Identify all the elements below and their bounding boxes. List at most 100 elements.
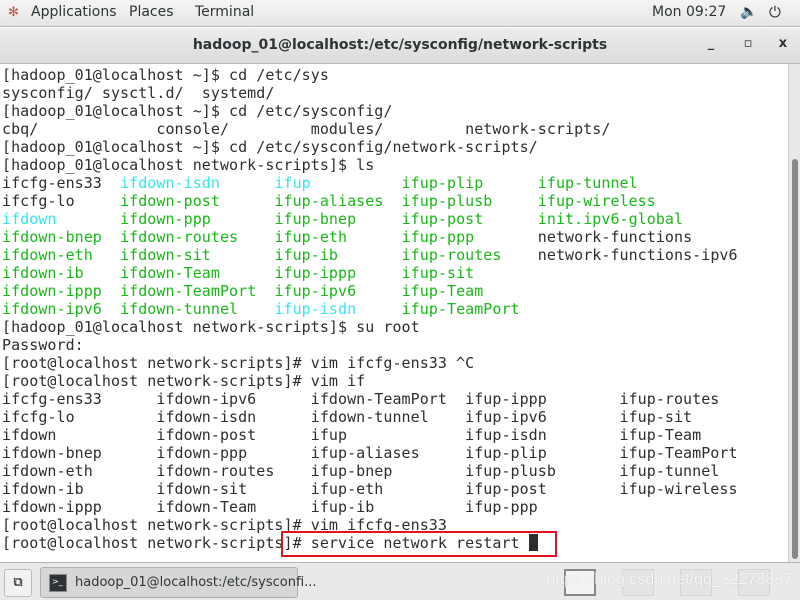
terminal-text: [hadoop_01@localhost network-scripts]$ s… (2, 318, 420, 336)
volume-icon[interactable]: 🔈 (740, 4, 757, 20)
terminal-text: ifdown-ippp ifdown-Team ifup-ib ifup-ppp (2, 498, 538, 516)
terminal-text: Password: (2, 336, 84, 354)
terminal-text: ifup-plip (401, 174, 538, 192)
terminal-text: ifup-wireless (537, 192, 656, 210)
terminal-icon: >_ (49, 574, 67, 592)
terminal-text: ifdown-ib ifdown-sit ifup-eth ifup-post … (2, 480, 738, 498)
terminal-text: ifcfg-ens33 ifdown-ipv6 ifdown-TeamPort … (2, 390, 720, 408)
terminal-line: ifdown-ippp ifdown-TeamPort ifup-ipv6 if… (2, 282, 483, 300)
terminal-text: ifup-post (401, 210, 538, 228)
terminal-line: Password: (2, 336, 84, 354)
terminal-text: ifdown-bnep ifdown-ppp ifup-aliases ifup… (2, 444, 738, 462)
terminal-text: init.ipv6-global (537, 210, 684, 228)
gnome-foot-icon: ✻ (8, 5, 19, 20)
taskbar-item-label: hadoop_01@localhost:/etc/sysconfi... (75, 575, 317, 590)
terminal-text: ifdown-ipv6 (2, 300, 121, 318)
terminal-text: ifdown-eth ifdown-routes ifup-bnep ifup-… (2, 462, 720, 480)
maximize-button[interactable]: ▫ (739, 36, 757, 51)
terminal-line: [root@localhost network-scripts]# vim if (2, 372, 365, 390)
terminal-text: [hadoop_01@localhost ~]$ cd /etc/sysconf… (2, 138, 538, 156)
terminal-line: ifdown-eth ifdown-routes ifup-bnep ifup-… (2, 462, 719, 480)
terminal-line: cbq/ console/ modules/ network-scripts/ (2, 120, 610, 138)
terminal-text: ifdown-bnep (2, 228, 121, 246)
window-titlebar[interactable]: hadoop_01@localhost:/etc/sysconfig/netwo… (0, 28, 800, 64)
terminal-text: ifup-ippp (274, 264, 402, 282)
terminal-text: ifup-plusb (401, 192, 538, 210)
highlight-box (281, 531, 557, 557)
terminal-text: ifup-aliases (274, 192, 402, 210)
watermark: https://blog.csdn.net/qq_32278887 (546, 571, 792, 588)
minimize-button[interactable]: _ (702, 36, 720, 51)
terminal-text: ifdown-ippp (2, 282, 121, 300)
terminal-text: ifdown (2, 210, 121, 228)
places-menu[interactable]: Places (129, 4, 174, 20)
terminal-text: ifdown-ppp (120, 210, 275, 228)
top-bar: ✻ Applications Places Terminal Mon 09:27… (0, 0, 800, 27)
close-button[interactable]: x (774, 36, 792, 51)
window-title: hadoop_01@localhost:/etc/sysconfig/netwo… (192, 37, 608, 53)
scrollbar[interactable] (788, 64, 800, 562)
terminal-text: ifup-tunnel (537, 174, 638, 192)
terminal-line: ifdown-ipv6 ifdown-tunnel ifup-isdn ifup… (2, 300, 520, 318)
terminal-text: ifup-Team (401, 282, 484, 300)
terminal-text: ifdown-Team (120, 264, 275, 282)
terminal-text: ifdown-post (120, 192, 275, 210)
terminal-line: [hadoop_01@localhost ~]$ cd /etc/sysconf… (2, 138, 538, 156)
terminal-output[interactable]: [hadoop_01@localhost ~]$ cd /etc/sys sysc… (0, 64, 788, 562)
terminal-menu[interactable]: Terminal (195, 4, 254, 20)
terminal-text: [hadoop_01@localhost ~]$ cd /etc/sys (2, 66, 329, 84)
terminal-line: ifdown-bnep ifdown-routes ifup-eth ifup-… (2, 228, 692, 246)
terminal-text: [hadoop_01@localhost ~]$ cd /etc/sysconf… (2, 102, 393, 120)
terminal-text: ifcfg-lo ifdown-isdn ifdown-tunnel ifup-… (2, 408, 693, 426)
terminal-line: ifcfg-lo ifdown-post ifup-aliases ifup-p… (2, 192, 656, 210)
terminal-text: ifup-isdn (274, 300, 402, 318)
terminal-text: ifup-ib (274, 246, 402, 264)
terminal-text: ifdown-ib (2, 264, 121, 282)
terminal-text: ifup-routes (401, 246, 538, 264)
terminal-text: ifup-eth (274, 228, 402, 246)
terminal-text: ifdown-routes (120, 228, 275, 246)
terminal-text: ifup-sit (401, 264, 475, 282)
clock[interactable]: Mon 09:27 (652, 4, 726, 20)
terminal-line: [hadoop_01@localhost ~]$ cd /etc/sysconf… (2, 102, 392, 120)
terminal-text: ifdown-TeamPort (120, 282, 275, 300)
terminal-text: ifdown ifdown-post ifup ifup-isdn ifup-T… (2, 426, 702, 444)
terminal-line: ifdown-bnep ifdown-ppp ifup-aliases ifup… (2, 444, 738, 462)
taskbar-item-terminal[interactable]: >_ hadoop_01@localhost:/etc/sysconfi... (40, 567, 317, 598)
terminal-text: ifcfg-lo (2, 192, 121, 210)
terminal-text: ifcfg-ens33 (2, 174, 121, 192)
terminal-line: [root@localhost network-scripts]# vim if… (2, 354, 474, 372)
taskbar: ⧉ >_ hadoop_01@localhost:/etc/sysconfi..… (0, 562, 800, 600)
terminal-line: ifcfg-ens33 ifdown-ipv6 ifdown-TeamPort … (2, 390, 719, 408)
terminal-text: ifup-ipv6 (274, 282, 402, 300)
terminal-line: ifdown-ippp ifdown-Team ifup-ib ifup-ppp (2, 498, 538, 516)
terminal-line: [hadoop_01@localhost network-scripts]$ l… (2, 156, 374, 174)
terminal-line: ifdown ifdown-post ifup ifup-isdn ifup-T… (2, 426, 701, 444)
terminal-line: ifdown-ib ifdown-sit ifup-eth ifup-post … (2, 480, 738, 498)
terminal-text: [root@localhost network-scripts]# vim if (2, 372, 366, 390)
terminal-line: ifdown ifdown-ppp ifup-bnep ifup-post in… (2, 210, 683, 228)
terminal-line: [hadoop_01@localhost ~]$ cd /etc/sys (2, 66, 329, 84)
terminal-text: sysconfig/ sysctl.d/ systemd/ (2, 84, 275, 102)
terminal-text: [root@localhost network-scripts]# vim if… (2, 354, 475, 372)
terminal-text: ifdown-isdn (120, 174, 275, 192)
terminal-line: ifcfg-ens33 ifdown-isdn ifup ifup-plip i… (2, 174, 638, 192)
terminal-text: ifup-bnep (274, 210, 402, 228)
terminal-text: ifup-TeamPort (401, 300, 520, 318)
terminal-line: ifcfg-lo ifdown-isdn ifdown-tunnel ifup-… (2, 408, 692, 426)
scrollbar-thumb[interactable] (792, 159, 798, 559)
terminal-line: sysconfig/ sysctl.d/ systemd/ (2, 84, 274, 102)
terminal-text: ifdown-eth (2, 246, 121, 264)
applications-menu[interactable]: Applications (31, 4, 117, 20)
terminal-text: [hadoop_01@localhost network-scripts]$ l… (2, 156, 375, 174)
terminal-line: ifdown-ib ifdown-Team ifup-ippp ifup-sit (2, 264, 474, 282)
terminal-text: ifdown-tunnel (120, 300, 275, 318)
show-desktop-icon[interactable]: ⧉ (4, 569, 32, 597)
terminal-text: ifdown-sit (120, 246, 275, 264)
power-icon[interactable]: ⏻ (769, 3, 781, 21)
terminal-text: ifup (274, 174, 402, 192)
terminal-text: network-functions (537, 228, 693, 246)
terminal-line: [hadoop_01@localhost network-scripts]$ s… (2, 318, 420, 336)
terminal-text: ifup-ppp (401, 228, 538, 246)
terminal-text: network-functions-ipv6 (537, 246, 738, 264)
